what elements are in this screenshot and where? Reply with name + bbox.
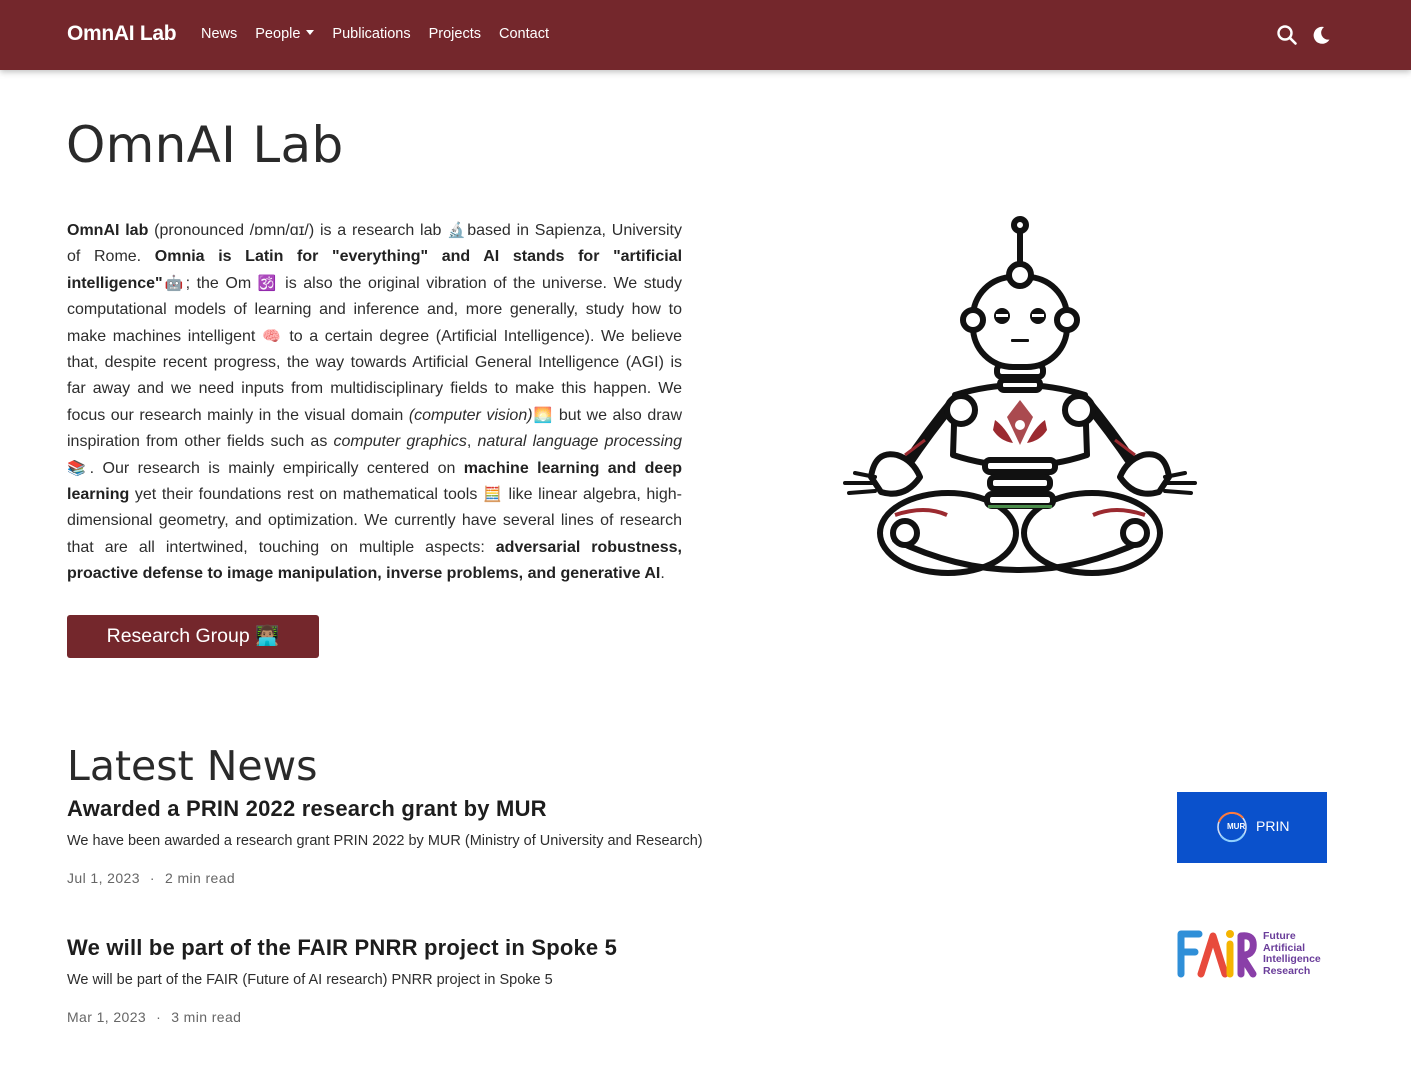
sunrise-icon: 🌅 xyxy=(532,406,554,424)
search-icon[interactable] xyxy=(1276,24,1298,46)
books-icon: 📚 xyxy=(67,459,90,477)
prin-thumbnail[interactable]: MUR PRIN xyxy=(1177,792,1327,863)
intro-text: . Our research is mainly empirically cen… xyxy=(89,459,464,477)
fair-logo-icon xyxy=(1177,930,1257,978)
intro-text: yet their foundations rest on mathematic… xyxy=(129,486,483,504)
nav-people-label: People xyxy=(255,26,301,42)
nav-contact[interactable]: Contact xyxy=(499,26,549,42)
moon-icon[interactable] xyxy=(1310,24,1332,46)
intro-italic-nlp: natural language processing xyxy=(477,433,683,451)
news-post-title[interactable]: We will be part of the FAIR PNRR project… xyxy=(67,935,617,961)
microscope-icon: 🔬 xyxy=(447,222,468,239)
intro-text: . xyxy=(660,565,665,583)
intro-text: (pronounced /ɒmn/ɑɪ/) is a research lab xyxy=(148,222,448,239)
post-date: Jul 1, 2023 xyxy=(67,870,140,886)
nav-links: News People Publications Projects Contac… xyxy=(201,26,549,42)
fair-thumbnail[interactable]: Future Artificial Intelligence Research xyxy=(1177,928,1327,978)
nav-news[interactable]: News xyxy=(201,26,237,42)
intro-italic-cg: computer graphics xyxy=(333,433,467,451)
news-post-meta: Jul 1, 2023 · 2 min read xyxy=(67,870,235,886)
post-date: Mar 1, 2023 xyxy=(67,1009,147,1025)
abacus-icon: 🧮 xyxy=(483,486,503,504)
prin-label: PRIN xyxy=(1256,818,1290,834)
intro-italic-cv: (computer vision) xyxy=(408,406,533,424)
brand-logo-link[interactable]: OmnAI Lab xyxy=(67,22,177,46)
nav-projects[interactable]: Projects xyxy=(429,26,481,42)
news-post-title[interactable]: Awarded a PRIN 2022 research grant by MU… xyxy=(67,796,547,822)
meta-separator: · xyxy=(149,870,155,886)
meta-separator: · xyxy=(156,1009,162,1025)
fair-caption-line: Future xyxy=(1263,930,1296,942)
news-post-summary: We have been awarded a research grant PR… xyxy=(67,833,703,849)
research-group-button[interactable]: Research Group 👨🏽‍💻 xyxy=(67,615,319,658)
post-read-time: 3 min read xyxy=(171,1009,242,1025)
prin-mur-label: MUR xyxy=(1227,822,1246,831)
nav-people-dropdown[interactable]: People xyxy=(255,26,315,42)
caret-down-icon xyxy=(306,30,315,35)
fair-caption: Future Artificial Intelligence Research xyxy=(1263,930,1321,977)
fair-caption-line: Research xyxy=(1263,964,1311,977)
robot-icon: 🤖 xyxy=(162,274,186,292)
post-read-time: 2 min read xyxy=(164,870,236,886)
intro-paragraph: OmnAI lab (pronounced /ɒmn/ɑɪ/) is a res… xyxy=(67,218,682,588)
page-title: OmnAI Lab xyxy=(66,116,344,174)
nav-publications[interactable]: Publications xyxy=(332,26,410,42)
fair-caption-line: Intelligence xyxy=(1263,953,1321,965)
om-icon: 🕉️ xyxy=(257,274,279,292)
intro-text: , xyxy=(466,433,478,451)
top-navbar: OmnAI Lab News People Publications Proje… xyxy=(0,0,1411,70)
meditating-robot-illustration xyxy=(843,216,1197,576)
news-post-meta: Mar 1, 2023 · 3 min read xyxy=(67,1009,241,1025)
brain-icon: 🧠 xyxy=(261,327,283,345)
intro-lab-name: OmnAI lab xyxy=(67,222,149,239)
prin-logo-icon xyxy=(1217,811,1247,843)
news-post-summary: We will be part of the FAIR (Future of A… xyxy=(67,972,553,988)
intro-text: ; the Om xyxy=(185,274,258,292)
latest-news-heading: Latest News xyxy=(67,742,318,790)
